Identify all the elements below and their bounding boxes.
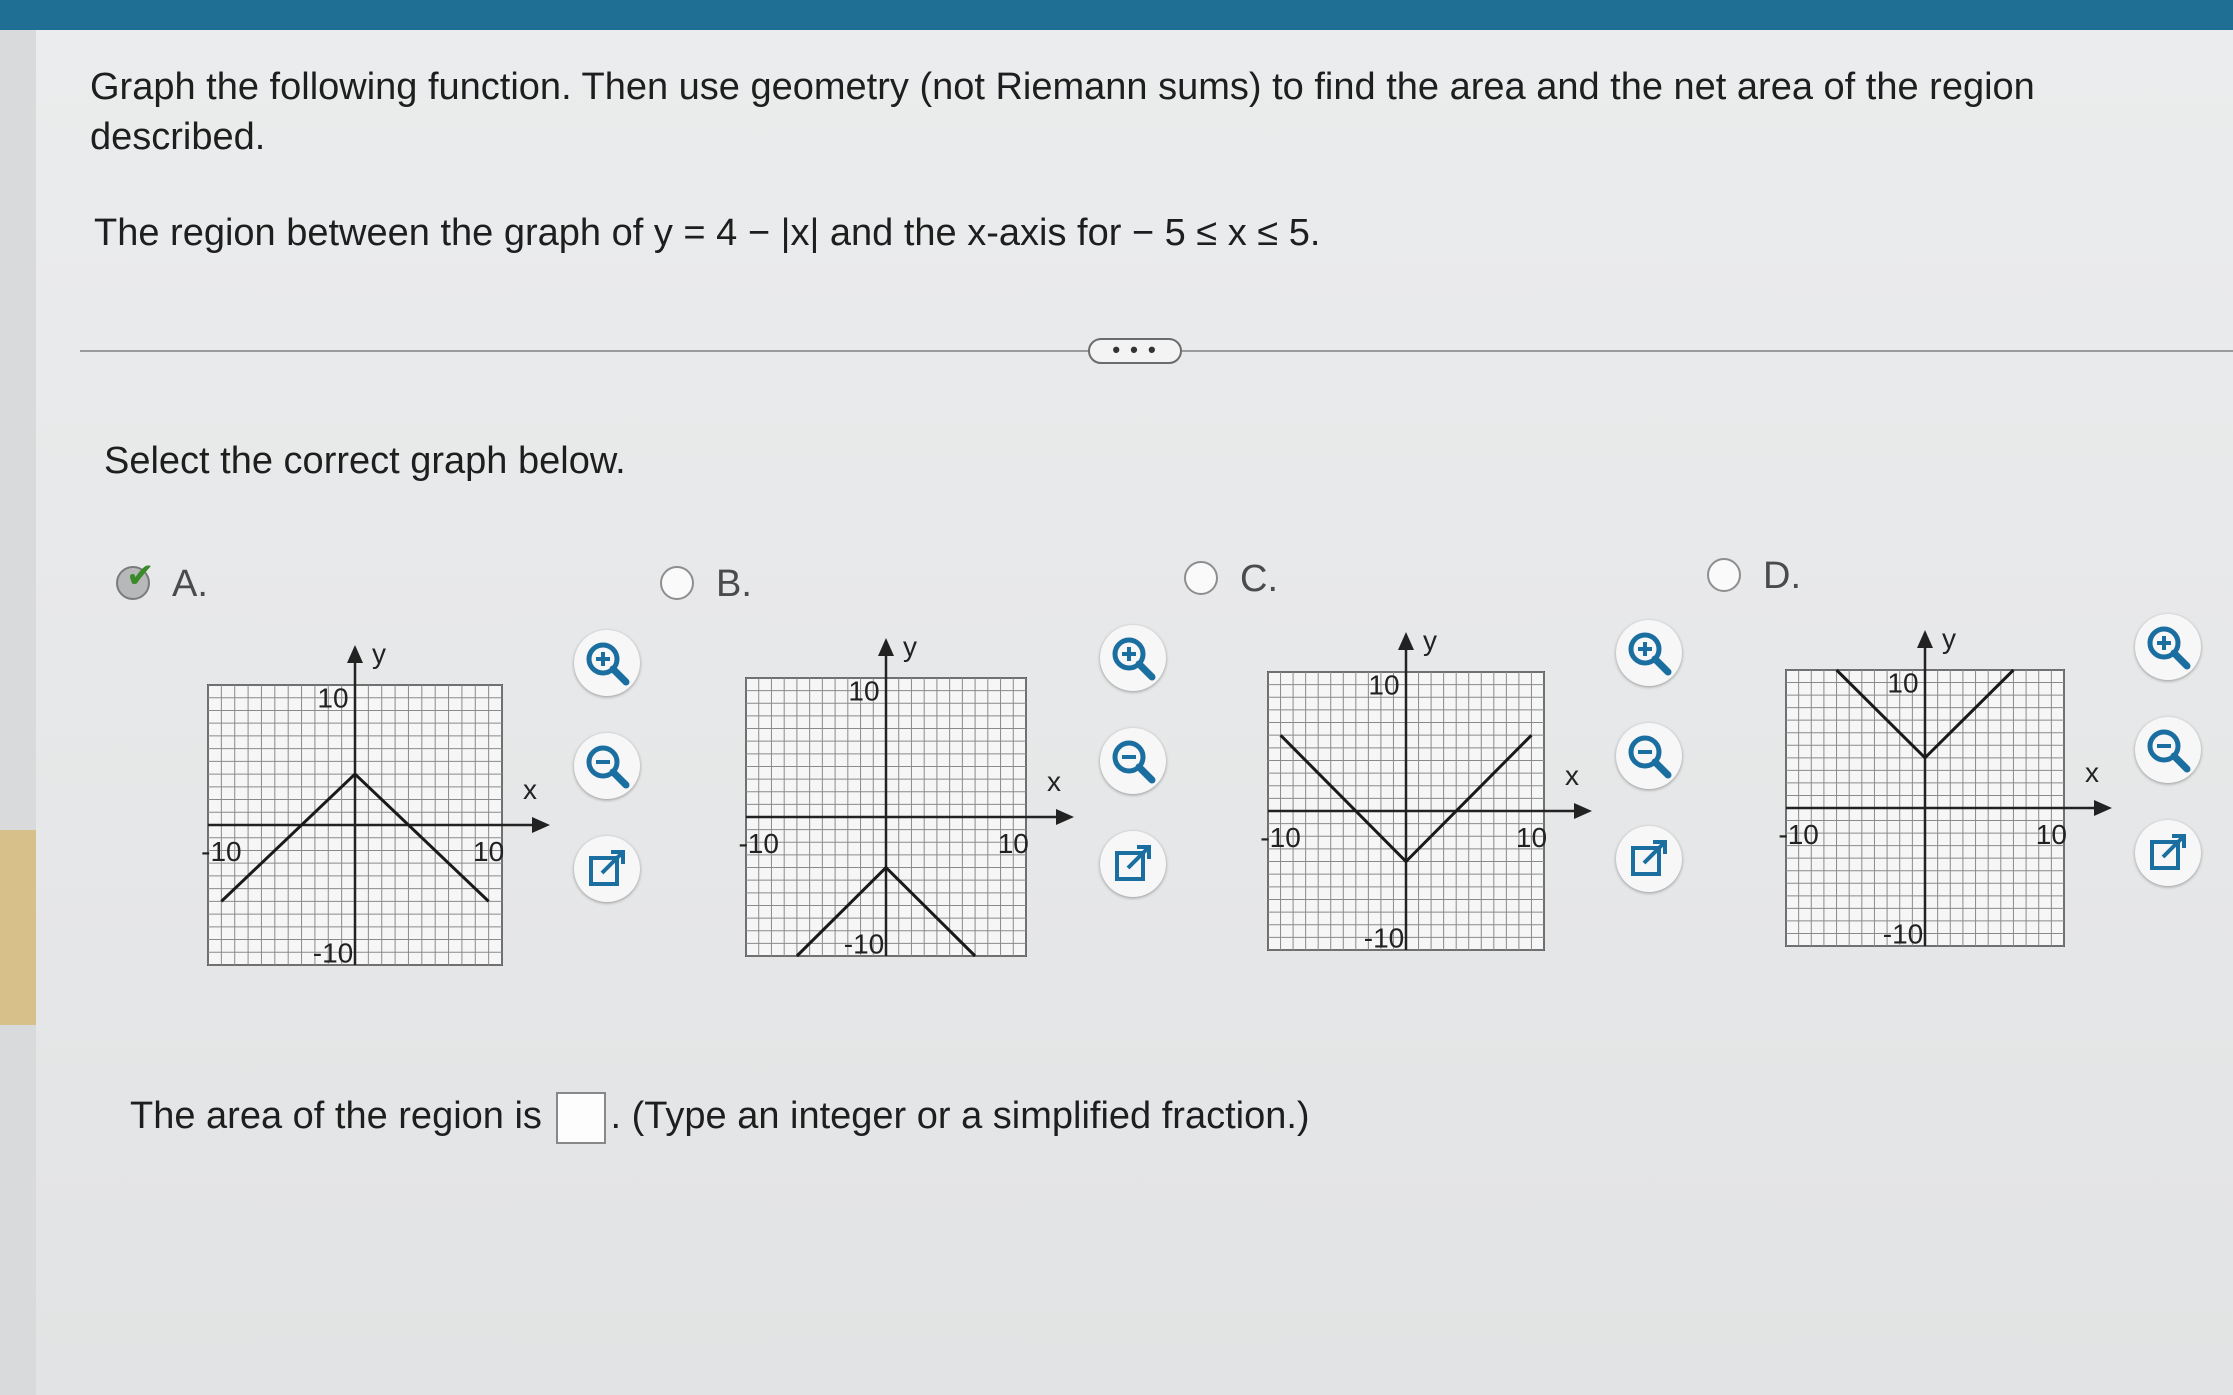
y-axis-arrow-icon (878, 638, 894, 656)
zoom-in-icon (2147, 626, 2191, 670)
y-axis-label: y (372, 638, 386, 669)
tick-label: 10 (317, 683, 348, 714)
x-axis-label: x (2085, 757, 2099, 788)
x-axis-arrow-icon (1574, 803, 1592, 819)
answer-line: The area of the region is . (Type an int… (130, 1092, 1310, 1144)
area-answer-input[interactable] (556, 1092, 607, 1144)
region-description: The region between the graph of y = 4 − … (94, 212, 1321, 254)
zoom-out-button[interactable] (1616, 723, 1682, 789)
more-button[interactable]: • • • (1088, 338, 1182, 364)
popout-button[interactable] (1100, 831, 1166, 897)
left-margin (0, 30, 36, 1395)
tick-label: -10 (844, 928, 884, 959)
tick-label: 10 (2036, 819, 2067, 850)
option-c-label: C. (1240, 558, 1278, 600)
y-axis-arrow-icon (1917, 630, 1933, 648)
tick-label: -10 (201, 836, 241, 867)
zoom-in-button[interactable] (574, 630, 640, 696)
zoom-in-icon (586, 642, 630, 686)
zoom-out-icon (586, 745, 630, 789)
graph-d: y x -10 10 10 -10 (1778, 623, 2112, 949)
external-link-icon (2150, 834, 2186, 870)
x-axis-label: x (1565, 760, 1579, 791)
y-axis-label: y (1942, 623, 1956, 654)
external-link-icon (589, 850, 625, 886)
question-text: Graph the following function. Then use g… (90, 66, 2035, 158)
zoom-in-button[interactable] (1616, 620, 1682, 686)
option-a-label: A. (172, 563, 208, 605)
zoom-out-icon (1628, 735, 1672, 779)
tick-label: -10 (738, 828, 778, 859)
tick-label: 10 (1516, 822, 1547, 853)
y-axis-arrow-icon (347, 645, 363, 663)
answer-suffix: . (Type an integer or a simplified fract… (610, 1095, 1310, 1138)
radio-b[interactable] (660, 566, 694, 600)
radio-d[interactable] (1707, 558, 1741, 592)
option-b-label: B. (716, 563, 752, 605)
zoom-in-button[interactable] (1100, 625, 1166, 691)
zoom-out-button[interactable] (1100, 728, 1166, 794)
zoom-out-icon (2147, 729, 2191, 773)
tick-label: 10 (848, 676, 879, 707)
zoom-in-icon (1628, 632, 1672, 676)
popout-button[interactable] (1616, 826, 1682, 892)
tick-label: 10 (1368, 670, 1399, 701)
popout-button[interactable] (2135, 820, 2201, 886)
top-bar (0, 0, 2233, 30)
x-axis-arrow-icon (532, 817, 550, 833)
graph-b: y x -10 10 10 -10 (738, 631, 1074, 959)
tick-label: 10 (998, 828, 1029, 859)
option-d-label: D. (1763, 555, 1801, 597)
tick-label: 10 (1887, 668, 1918, 699)
tick-label: 10 (473, 836, 504, 867)
select-prompt: Select the correct graph below. (104, 440, 626, 482)
tick-label: -10 (1260, 822, 1300, 853)
tick-label: -10 (313, 937, 353, 968)
y-axis-label: y (903, 631, 917, 662)
external-link-icon (1115, 845, 1151, 881)
radio-c[interactable] (1184, 561, 1218, 595)
graph-a: y x -10 10 10 -10 (201, 638, 550, 968)
graph-c: y x -10 10 10 -10 (1260, 625, 1592, 953)
zoom-in-button[interactable] (2135, 614, 2201, 680)
check-icon: ✔ (126, 557, 155, 595)
y-axis-arrow-icon (1398, 632, 1414, 650)
x-axis-label: x (1047, 766, 1061, 797)
x-axis-label: x (523, 774, 537, 805)
zoom-out-icon (1112, 740, 1156, 784)
zoom-in-icon (1112, 637, 1156, 681)
tick-label: -10 (1883, 918, 1923, 949)
x-axis-arrow-icon (2094, 800, 2112, 816)
external-link-icon (1631, 840, 1667, 876)
tick-label: -10 (1364, 922, 1404, 953)
zoom-out-button[interactable] (2135, 717, 2201, 783)
answer-prefix: The area of the region is (130, 1095, 542, 1138)
radio-a[interactable]: ✔ (116, 557, 155, 600)
tick-label: -10 (1778, 819, 1818, 850)
zoom-out-button[interactable] (574, 733, 640, 799)
x-axis-arrow-icon (1056, 809, 1074, 825)
popout-button[interactable] (574, 836, 640, 902)
y-axis-label: y (1423, 625, 1437, 656)
